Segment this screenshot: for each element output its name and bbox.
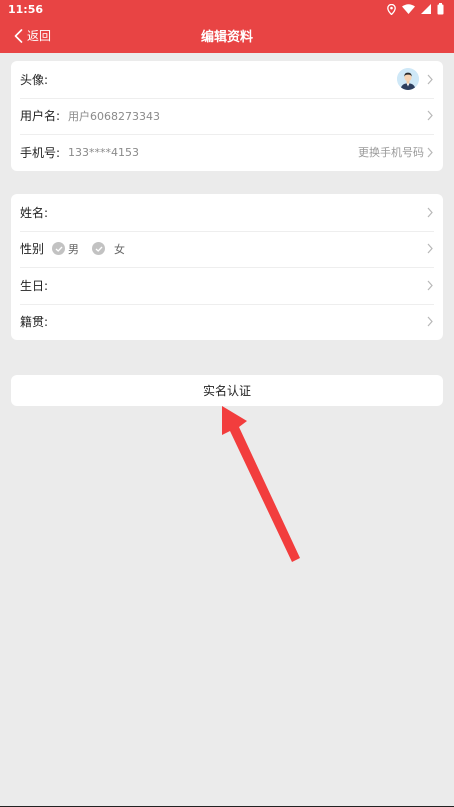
back-label: 返回 — [27, 29, 52, 43]
hometown-row[interactable]: 籍贯: — [11, 303, 443, 341]
hometown-label: 籍贯: — [20, 315, 49, 330]
account-card: 头像: 用户名: 用户6068273343 手机号: 133****4153 更… — [11, 61, 443, 171]
status-time: 11:56 — [8, 2, 44, 16]
check-icon — [52, 242, 66, 256]
username-row[interactable]: 用户名: 用户6068273343 — [11, 97, 443, 135]
chevron-right-icon — [427, 243, 433, 254]
real-name-verify-button[interactable]: 实名认证 — [11, 375, 443, 406]
username-value: 用户6068273343 — [68, 109, 161, 123]
phone-value: 133****4153 — [68, 145, 140, 159]
chevron-right-icon — [427, 74, 433, 85]
phone-row[interactable]: 手机号: 133****4153 更换手机号码 — [11, 134, 443, 171]
status-icons — [387, 3, 444, 15]
gender-female-radio[interactable]: 女 — [92, 241, 125, 257]
gender-male-radio[interactable]: 男 — [52, 241, 79, 257]
avatar-label: 头像: — [20, 72, 49, 87]
avatar-row[interactable]: 头像: — [11, 61, 443, 98]
gender-options: 男 女 — [52, 241, 423, 257]
birthday-label: 生日: — [20, 278, 49, 293]
phone-label: 手机号: — [20, 145, 61, 160]
chevron-right-icon — [427, 316, 433, 327]
name-label: 姓名: — [20, 205, 49, 220]
gender-male-label: 男 — [68, 242, 80, 256]
user-avatar-icon — [397, 68, 419, 91]
back-button[interactable]: 返回 — [14, 18, 51, 53]
header-bar: 返回 编辑资料 — [0, 18, 454, 53]
chevron-right-icon — [427, 280, 433, 291]
page-title: 编辑资料 — [200, 30, 253, 45]
gender-female-label: 女 — [114, 242, 126, 256]
gender-label: 性别 — [20, 242, 45, 257]
chevron-right-icon — [427, 110, 433, 121]
status-bar: 11:56 — [0, 0, 454, 18]
change-phone-link[interactable]: 更换手机号码 — [358, 144, 424, 160]
username-label: 用户名: — [20, 109, 61, 124]
birthday-row[interactable]: 生日: — [11, 267, 443, 304]
name-row[interactable]: 姓名: — [11, 194, 443, 231]
profile-card: 姓名: 性别 男 女 生日: 籍贯: — [11, 194, 443, 340]
check-icon — [92, 242, 106, 256]
avatar[interactable] — [397, 68, 419, 91]
location-icon — [387, 3, 396, 15]
chevron-left-icon — [14, 28, 23, 43]
signal-icon — [421, 4, 431, 14]
chevron-right-icon — [427, 147, 433, 158]
gender-row[interactable]: 性别 男 女 — [11, 230, 443, 268]
battery-icon — [437, 3, 444, 15]
chevron-right-icon — [427, 207, 433, 218]
wifi-icon — [402, 4, 415, 14]
